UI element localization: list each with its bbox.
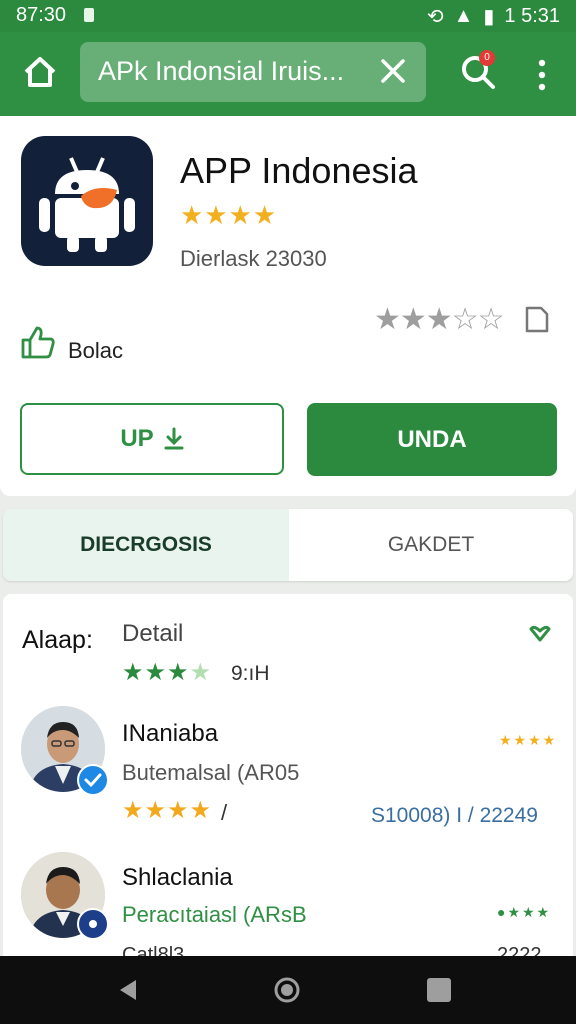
up-button-label: UP [120, 425, 154, 452]
app-bar: APk Indonsial Iruis... 0 [0, 32, 576, 116]
thumbs-up-icon[interactable] [20, 324, 56, 360]
home-icon[interactable] [20, 52, 60, 92]
battery-icon: ▮ [483, 6, 495, 28]
reviews-header: Detail [122, 620, 184, 647]
clear-search-icon[interactable] [380, 58, 406, 84]
summary-star-partial: ★ [189, 659, 213, 686]
android-robot-icon [39, 157, 135, 252]
search-input[interactable]: APk Indonsial Iruis... [80, 42, 426, 102]
status-time-left: 87:30 [16, 4, 67, 26]
review-separator: / [221, 800, 228, 825]
summary-stars-full: ★★★ [122, 659, 190, 686]
app-icon [21, 136, 153, 266]
review-stars: ★★★★ [122, 797, 213, 824]
reviewer-name[interactable]: INaniaba [122, 720, 218, 748]
more-options-icon[interactable] [532, 58, 552, 92]
thumbs-up-label: Bolac [68, 338, 124, 363]
tab-gakdet[interactable]: GAKDET [289, 509, 573, 581]
bookmark-icon[interactable] [524, 304, 550, 334]
sync-icon: ⟲ [426, 6, 444, 28]
navigation-bar [0, 956, 576, 1024]
home-nav-icon[interactable] [273, 976, 301, 1004]
app-title: APP Indonesia [180, 150, 418, 191]
search-query: APk Indonsial Iruis... [98, 56, 345, 86]
notification-badge: 0 [479, 50, 495, 66]
review-small-stars: ●★★★ [497, 904, 552, 920]
recents-icon[interactable] [427, 978, 451, 1002]
reviewer-subtitle: Peracıtaiasl (ARsB [122, 902, 307, 927]
back-icon[interactable] [116, 978, 140, 1002]
download-count: Dierlask 23030 [180, 246, 327, 271]
chevron-heart-icon[interactable] [528, 624, 552, 644]
verified-icon [77, 764, 109, 796]
status-time-right: 1 5:31 [504, 5, 560, 27]
rate-app-stars[interactable]: ★★★☆☆ [374, 302, 504, 337]
verified-icon [77, 908, 109, 940]
signal-icon: ▲ [453, 5, 474, 27]
download-icon [164, 427, 184, 450]
summary-count: 9:ıH [231, 662, 270, 685]
up-button[interactable]: UP [20, 403, 284, 475]
notification-icon [84, 8, 94, 22]
tab-diecrgosis[interactable]: DIECRGOSIS [3, 509, 289, 581]
status-icons: ⟲ ▲ ▮ 1 5:31 [427, 4, 560, 29]
app-rating-stars: ★★★★ [180, 200, 278, 230]
review-meta: S10008) I / 22249 [371, 804, 538, 827]
review-small-stars: ★★★★ [499, 732, 558, 748]
tab-bar: DIECRGOSIS GAKDET [3, 509, 573, 581]
reviewer-subtitle: Butemalsal (AR05 [122, 760, 300, 785]
app-info-card: APP Indonesia ★★★★ Dierlask 23030 ★★★☆☆ … [0, 116, 576, 496]
reviewer-name[interactable]: Shlaclania [122, 864, 233, 892]
status-bar: 87:30 ⟲ ▲ ▮ 1 5:31 [0, 0, 576, 32]
unda-button[interactable]: UNDA [307, 403, 557, 476]
reviews-section-label: Alaap: [22, 626, 93, 654]
summary-stars: ★★★★ [122, 658, 212, 687]
